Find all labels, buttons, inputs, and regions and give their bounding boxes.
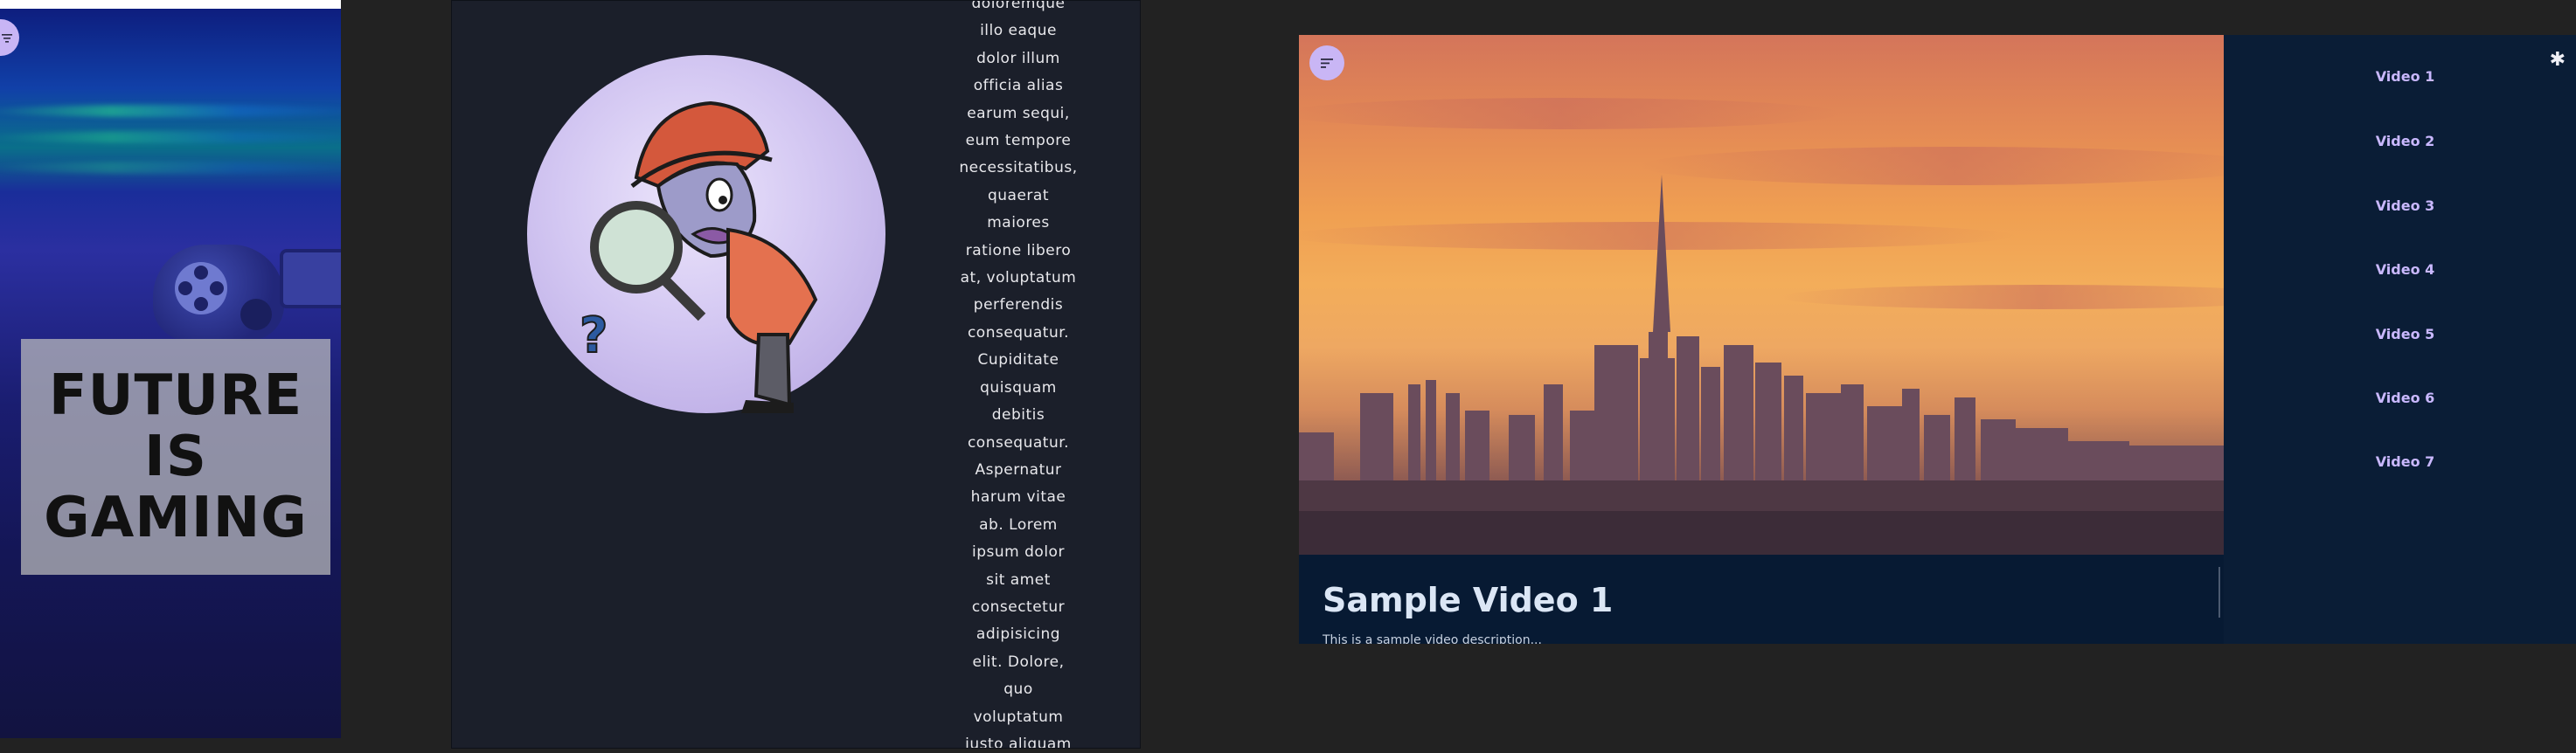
- city-skyline-image: [1299, 98, 2224, 555]
- article-line: perferendis: [973, 296, 1064, 314]
- playlist-item[interactable]: Video 6: [2224, 390, 2576, 406]
- video-player: Sample Video 1 This is a sample video de…: [1299, 35, 2576, 644]
- article-line: Cupiditate: [977, 351, 1059, 370]
- article-line: consequatur.: [967, 433, 1070, 452]
- article-line: illo eaque: [980, 22, 1057, 40]
- gamepad-image: [153, 245, 284, 341]
- article-line: dolor illum: [976, 49, 1060, 67]
- hero-headline-box: FUTURE IS GAMING: [21, 339, 330, 575]
- top-bar: [0, 0, 341, 9]
- article-line: quisquam: [980, 378, 1057, 397]
- article-line: voluptatum: [973, 708, 1064, 726]
- playlist: ✱ Video 1 Video 2 Video 3 Video 4 Video …: [2224, 35, 2576, 644]
- filter-lines-icon: [2, 30, 12, 46]
- article-line: ratione libero: [965, 241, 1072, 259]
- article-line: officia alias: [973, 77, 1064, 95]
- gamepad-image: [280, 249, 341, 308]
- article-panel: ? doloremque illo eaque dolor illum officia…: [451, 0, 1141, 749]
- article-line: at, voluptatum: [960, 269, 1077, 287]
- article-line: necessitatibus,: [959, 159, 1078, 177]
- playlist-item[interactable]: Video 1: [2224, 68, 2576, 85]
- article-line: elit. Dolore,: [972, 653, 1065, 671]
- light-streak: [0, 162, 341, 174]
- article-line: sit amet: [986, 570, 1051, 589]
- article-line: iusto aliquam: [965, 735, 1072, 749]
- article-line: adipisicing: [976, 625, 1061, 644]
- video-description: This is a sample video description...: [1323, 633, 1542, 644]
- article-line: quo: [1003, 680, 1033, 699]
- menu-button[interactable]: [0, 19, 19, 56]
- light-streak: [0, 105, 341, 117]
- article-line: consequatur.: [967, 323, 1070, 342]
- filter-lines-icon: [1321, 55, 1333, 72]
- article-text: doloremque illo eaque dolor illum officia a…: [927, 0, 1110, 749]
- playlist-item[interactable]: Video 3: [2224, 197, 2576, 214]
- playlist-item[interactable]: Video 7: [2224, 453, 2576, 470]
- playlist-item[interactable]: Video 4: [2224, 261, 2576, 278]
- divider: [2218, 567, 2220, 618]
- illustration-circle: ?: [527, 55, 885, 413]
- article-line: debitis: [991, 406, 1045, 425]
- article-line: Aspernatur: [975, 460, 1062, 479]
- article-line: doloremque: [971, 0, 1066, 12]
- article-line: earum sequi,: [967, 104, 1070, 122]
- article-line: maiores: [987, 214, 1050, 232]
- video-title: Sample Video 1: [1323, 581, 1614, 619]
- gaming-card: FUTURE IS GAMING: [0, 0, 341, 738]
- article-line: consectetur: [971, 598, 1066, 616]
- svg-text:?: ?: [580, 307, 608, 364]
- article-line: ab. Lorem: [979, 515, 1058, 534]
- light-streak: [0, 131, 341, 143]
- article-line: ipsum dolor: [972, 543, 1065, 562]
- video-info: Sample Video 1 This is a sample video de…: [1299, 555, 2224, 644]
- detective-illustration: ?: [579, 100, 818, 413]
- article-line: harum vitae: [970, 488, 1066, 507]
- article-line: quaerat: [987, 186, 1049, 204]
- article-line: eum tempore: [965, 132, 1072, 150]
- video-frame[interactable]: [1299, 35, 2224, 555]
- playlist-item[interactable]: Video 2: [2224, 133, 2576, 149]
- hero-headline: FUTURE IS GAMING: [44, 363, 308, 550]
- menu-button[interactable]: [1309, 45, 1344, 80]
- playlist-item[interactable]: Video 5: [2224, 326, 2576, 342]
